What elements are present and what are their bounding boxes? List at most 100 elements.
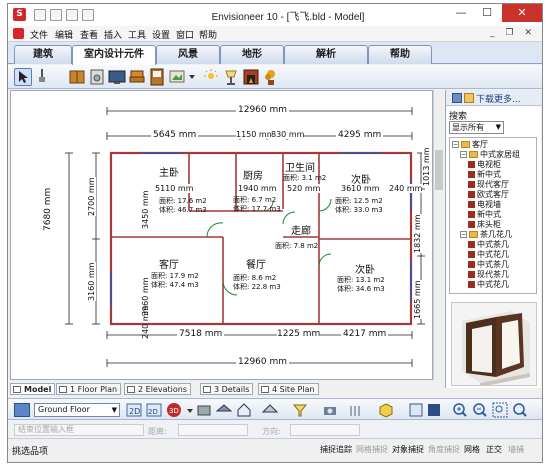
- roof-outline-icon[interactable]: [261, 402, 279, 418]
- tab-terrain[interactable]: 地形: [220, 45, 284, 64]
- filter-icon[interactable]: [292, 402, 308, 418]
- catalog-filter-select[interactable]: 显示所有 ▼: [449, 121, 504, 134]
- status-wall-snap[interactable]: 墙捕: [508, 444, 524, 455]
- maximize-button[interactable]: ☐: [474, 4, 500, 22]
- select-arrow-icon[interactable]: [14, 68, 32, 86]
- tv-icon[interactable]: [108, 68, 126, 86]
- mdi-controls[interactable]: _ ❐ ✕: [490, 28, 536, 38]
- menu-help[interactable]: 帮助: [199, 28, 217, 41]
- chair-icon[interactable]: [128, 68, 146, 86]
- tree-item[interactable]: 现代茶几: [468, 270, 509, 280]
- floor-up-icon[interactable]: 2D: [146, 402, 162, 418]
- tree-folder[interactable]: − 茶几花几: [460, 230, 512, 240]
- minimize-button[interactable]: —: [448, 4, 474, 22]
- status-snap-track[interactable]: 捕捉追踪: [320, 444, 352, 455]
- plan-view[interactable]: 12960 mm 5645 mm 1150 mm 830 mm 4295 mm …: [10, 90, 433, 380]
- room-dining-room[interactable]: 餐厅: [246, 256, 266, 271]
- layers-icon[interactable]: [14, 403, 30, 417]
- appliance-icon[interactable]: [88, 68, 106, 86]
- room-master-bedroom[interactable]: 主卧: [159, 169, 179, 179]
- paint-brush-icon[interactable]: [34, 68, 52, 86]
- grid-view-icon[interactable]: [408, 402, 424, 418]
- tree-item[interactable]: 电视墙: [468, 200, 501, 210]
- catalog-tree[interactable]: − 客厅 − 中式家居组 电视柜 新中式 现代客厅 欧式客厅 电视墙 新中式 床头柜 − 茶几花几 中式茶…: [449, 137, 537, 294]
- view-tab-floor-plan[interactable]: 1 Floor Plan: [56, 383, 122, 395]
- menu-edit[interactable]: 编辑: [55, 28, 73, 41]
- tab-help[interactable]: 帮助: [368, 45, 432, 64]
- light-icon[interactable]: [202, 68, 220, 86]
- document-icon[interactable]: [13, 28, 24, 39]
- download-more-link[interactable]: 下载更多...: [476, 92, 521, 105]
- tree-folder[interactable]: − 中式家居组: [460, 150, 520, 160]
- cabinet-icon[interactable]: [68, 68, 86, 86]
- tree-item[interactable]: 床头柜: [468, 220, 501, 230]
- room-living-room[interactable]: 客厅: [159, 256, 179, 271]
- tree-item[interactable]: 电视柜: [468, 160, 501, 170]
- zoom-out-icon[interactable]: [472, 402, 488, 418]
- end-position-input[interactable]: 结束位置输入框: [14, 424, 144, 436]
- tree-item[interactable]: 中式茶几: [468, 260, 509, 270]
- zoom-window-icon[interactable]: [492, 402, 508, 418]
- room-bathroom[interactable]: 卫生间: [285, 159, 315, 174]
- menu-tools[interactable]: 工具: [128, 28, 146, 41]
- expand-toggle-icon[interactable]: −: [452, 141, 459, 148]
- undo-icon[interactable]: [50, 9, 62, 21]
- app-logo-icon[interactable]: S: [13, 8, 26, 21]
- floor-down-icon[interactable]: 2D: [126, 402, 142, 418]
- folder-icon[interactable]: [464, 93, 474, 103]
- tree-item[interactable]: 中式花几: [468, 250, 509, 260]
- grid-view-alt-icon[interactable]: [426, 402, 442, 418]
- plan-scrollbar[interactable]: [433, 90, 443, 380]
- room-corridor[interactable]: 走廊: [291, 222, 311, 237]
- room-kitchen[interactable]: 厨房: [243, 167, 263, 182]
- expand-toggle-icon[interactable]: −: [460, 231, 467, 238]
- picture-icon[interactable]: [168, 68, 186, 86]
- plant-icon[interactable]: [262, 68, 280, 86]
- cube-icon[interactable]: [378, 402, 394, 418]
- wall-view-icon[interactable]: [196, 402, 212, 418]
- view-tab-details[interactable]: 3 Details: [200, 383, 254, 395]
- save-icon[interactable]: [34, 9, 46, 21]
- zoom-in-icon[interactable]: [452, 402, 468, 418]
- tree-item[interactable]: 中式茶几: [468, 240, 509, 250]
- menu-view[interactable]: 查看: [80, 28, 98, 41]
- wardrobe-icon[interactable]: [148, 68, 166, 86]
- tab-interior[interactable]: 室内设计元件: [72, 45, 156, 65]
- expand-toggle-icon[interactable]: −: [460, 151, 467, 158]
- tab-architecture[interactable]: 建筑: [14, 45, 72, 64]
- zoom-extents-icon[interactable]: [512, 402, 528, 418]
- room-second-bedroom[interactable]: 次卧: [351, 171, 371, 186]
- lamp-icon[interactable]: [222, 68, 240, 86]
- menu-insert[interactable]: 插入: [104, 28, 122, 41]
- tree-folder[interactable]: − 客厅: [452, 140, 488, 150]
- house-icon[interactable]: [236, 402, 252, 418]
- room-third-bedroom[interactable]: 次卧: [355, 261, 375, 276]
- fireplace-icon[interactable]: [242, 68, 260, 86]
- redo-icon[interactable]: [66, 9, 78, 21]
- tree-item[interactable]: 新中式: [468, 210, 501, 220]
- tab-analysis[interactable]: 解析: [284, 45, 368, 64]
- status-grid-snap[interactable]: 网格捕捉: [356, 444, 388, 455]
- tab-landscape[interactable]: 风景: [156, 45, 220, 64]
- view-tab-site-plan[interactable]: 4 Site Plan: [258, 383, 319, 395]
- camera-icon[interactable]: [322, 402, 338, 418]
- floor-select[interactable]: Ground Floor ▼: [34, 403, 120, 417]
- scroll-thumb[interactable]: [435, 150, 443, 190]
- menu-window[interactable]: 窗口: [176, 28, 194, 41]
- menu-file[interactable]: 文件: [30, 28, 48, 41]
- view-tab-model[interactable]: Model: [10, 383, 56, 395]
- download-icon[interactable]: [452, 93, 462, 103]
- tree-item[interactable]: 中式花几: [468, 280, 509, 290]
- status-angle-snap[interactable]: 角度捕捉: [428, 444, 460, 455]
- menu-settings[interactable]: 设置: [152, 28, 170, 41]
- fence-icon[interactable]: [348, 402, 364, 418]
- close-button[interactable]: ✕: [502, 4, 542, 22]
- status-grid[interactable]: 网格: [464, 444, 480, 455]
- distance-input[interactable]: [178, 424, 248, 436]
- tree-item[interactable]: 欧式客厅: [468, 190, 509, 200]
- tree-item[interactable]: 现代客厅: [468, 180, 509, 190]
- tree-item[interactable]: 新中式: [468, 170, 501, 180]
- view-3d-icon[interactable]: 3D: [166, 402, 182, 418]
- print-icon[interactable]: [82, 9, 94, 21]
- status-ortho[interactable]: 正交: [486, 444, 502, 455]
